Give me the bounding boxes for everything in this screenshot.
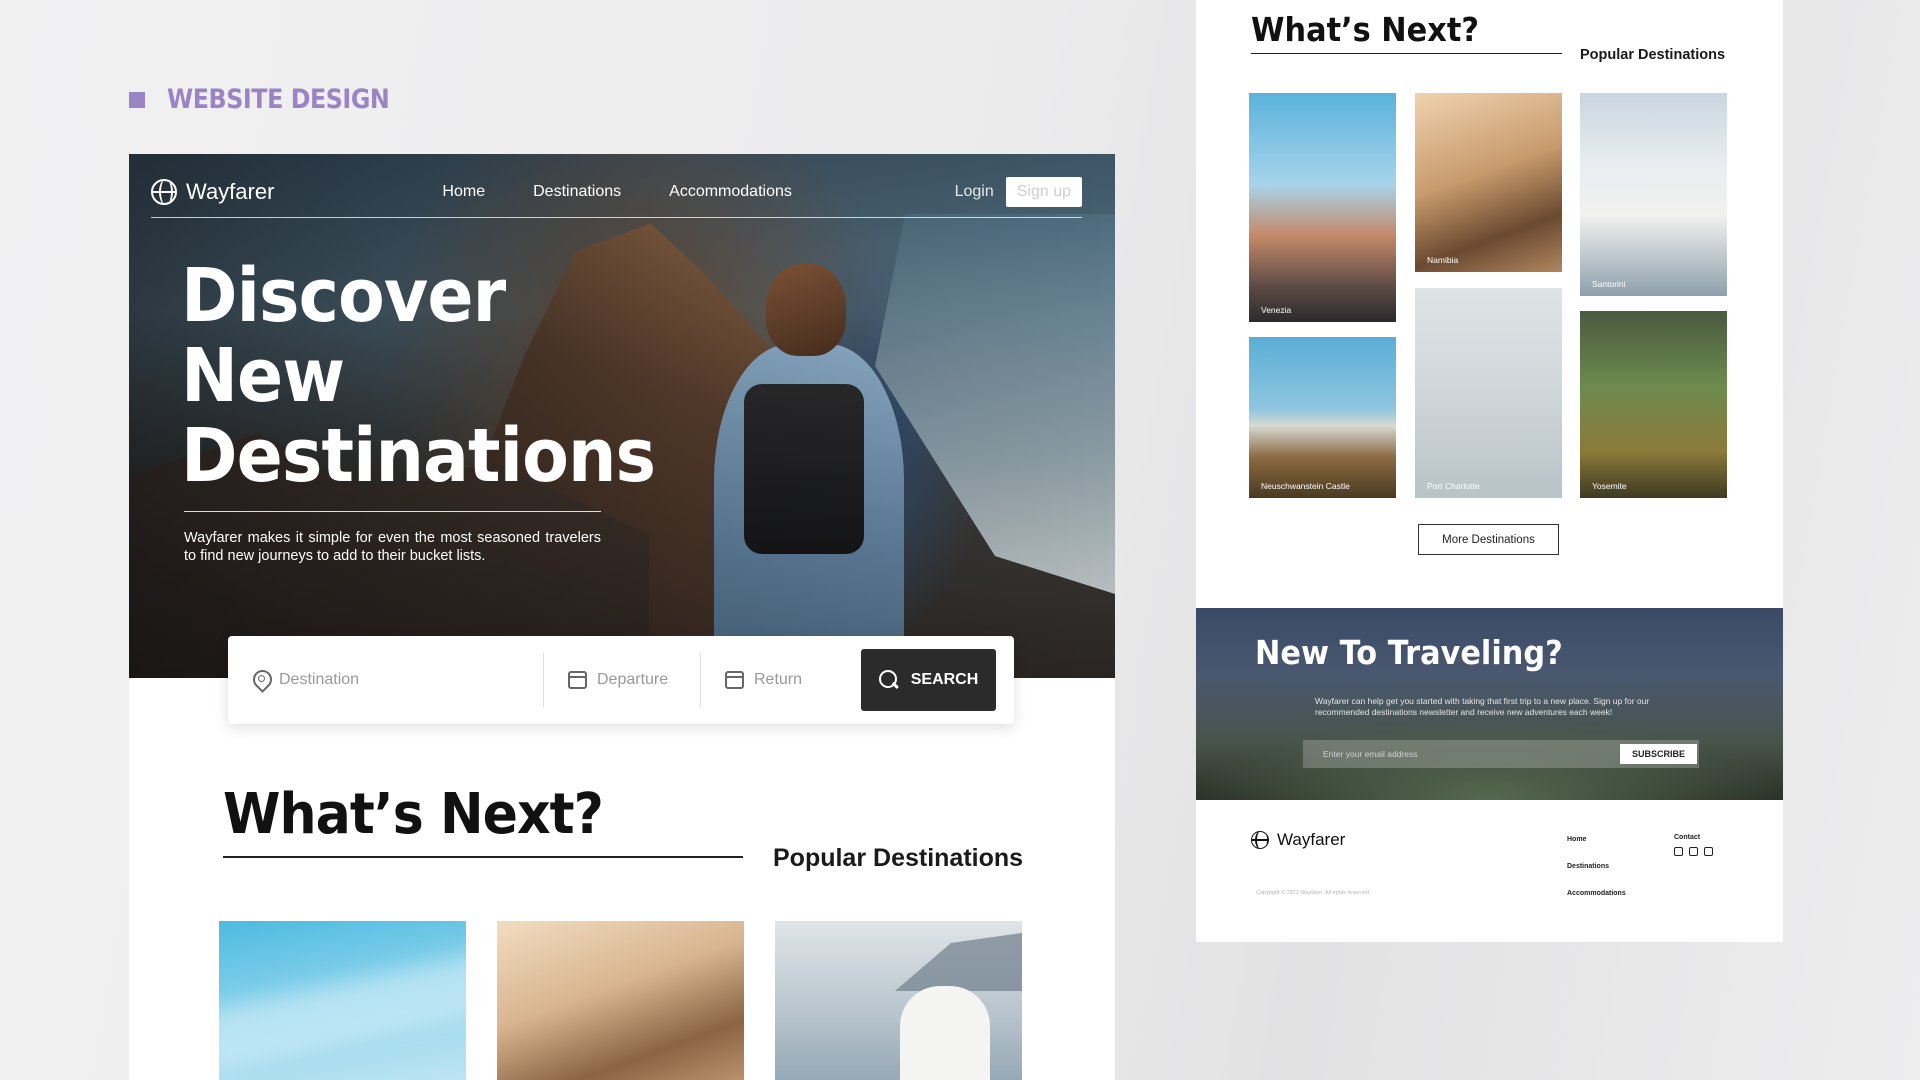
destination-card-venezia[interactable]: Venezia	[1249, 93, 1396, 322]
footer-link-home[interactable]: Home	[1567, 836, 1626, 843]
nav-accommodations[interactable]: Accommodations	[669, 183, 792, 201]
newsletter-form: Enter your email address SUBSCRIBE	[1303, 740, 1699, 768]
destination-placeholder: Destination	[279, 671, 360, 688]
nav-home[interactable]: Home	[442, 183, 485, 201]
whats-next-title: What’s Next?	[223, 782, 604, 847]
destination-card-neuschwanstein[interactable]: Neuschwanstein Castle	[1249, 337, 1396, 498]
footer-links: Home Destinations Accommodations	[1567, 836, 1626, 917]
whats-next-divider	[1251, 53, 1562, 54]
calendar-icon	[725, 671, 744, 689]
return-field[interactable]: Return	[701, 653, 861, 707]
login-link[interactable]: Login	[955, 183, 994, 201]
website-mockup-secondary: What’s Next? Popular Destinations Venezi…	[1196, 0, 1783, 942]
destination-tile-namibia[interactable]	[497, 921, 744, 1080]
destination-field[interactable]: Destination	[228, 653, 544, 707]
whats-next-title: What’s Next?	[1251, 10, 1479, 49]
newsletter-text: Wayfarer can help get you started with t…	[1315, 696, 1650, 717]
section-label-text: WEBSITE DESIGN	[167, 84, 390, 115]
twitter-icon[interactable]	[1689, 847, 1698, 856]
search-button[interactable]: SEARCH	[861, 649, 996, 711]
footer-link-destinations[interactable]: Destinations	[1567, 863, 1626, 870]
destination-caption: Port Charlotte	[1427, 481, 1480, 491]
search-icon	[878, 670, 899, 690]
subscribe-button[interactable]: SUBSCRIBE	[1619, 744, 1697, 764]
brand-logo[interactable]: Wayfarer	[151, 178, 275, 205]
footer-brand[interactable]: Wayfarer	[1251, 830, 1345, 850]
globe-icon	[151, 178, 177, 205]
newsletter-section: New To Traveling? Wayfarer can help get …	[1196, 608, 1783, 800]
footer-link-accommodations[interactable]: Accommodations	[1567, 890, 1626, 897]
contact-label: Contact	[1674, 834, 1701, 841]
facebook-icon[interactable]	[1704, 847, 1713, 856]
nav-destinations[interactable]: Destinations	[533, 183, 621, 201]
location-pin-icon	[252, 670, 269, 690]
popular-destinations-heading: Popular Destinations	[1580, 47, 1726, 63]
brand-name: Wayfarer	[186, 178, 275, 204]
footer-contact: Contact	[1674, 834, 1713, 856]
destination-card-namibia[interactable]: Namibia	[1415, 93, 1562, 272]
globe-icon	[1251, 831, 1269, 849]
newsletter-title: New To Traveling?	[1255, 633, 1563, 672]
top-nav: Wayfarer Home Destinations Accommodation…	[151, 166, 1082, 218]
section-label: WEBSITE DESIGN	[129, 84, 420, 115]
destination-tile-santorini[interactable]	[775, 921, 1022, 1080]
popular-destinations-heading: Popular Destinations	[773, 844, 1024, 872]
destination-card-yosemite[interactable]: Yosemite	[1580, 311, 1727, 498]
hero-divider	[184, 511, 601, 512]
hero-subtitle: Wayfarer makes it simple for even the mo…	[184, 530, 601, 564]
nav-links: Home Destinations Accommodations	[442, 183, 791, 201]
website-mockup-main: Wayfarer Home Destinations Accommodation…	[129, 154, 1115, 1080]
hero-title: Discover New Destinations	[181, 253, 656, 499]
footer: Wayfarer Copyright © 2022 Wayfarer. All …	[1196, 800, 1783, 942]
departure-field[interactable]: Departure	[544, 653, 701, 707]
copyright-text: Copyright © 2022 Wayfarer. All rights re…	[1256, 890, 1371, 896]
destination-caption: Venezia	[1261, 305, 1292, 315]
whats-next-divider	[223, 856, 743, 858]
hero-section: Wayfarer Home Destinations Accommodation…	[129, 154, 1115, 678]
destination-caption: Santorini	[1592, 279, 1626, 289]
destination-card-port-charlotte[interactable]: Port Charlotte	[1415, 288, 1562, 498]
destination-caption: Namibia	[1427, 255, 1459, 265]
destination-caption: Neuschwanstein Castle	[1261, 481, 1350, 491]
departure-placeholder: Departure	[597, 671, 669, 688]
destination-tile-venezia[interactable]	[219, 921, 466, 1080]
search-bar: Destination Departure Return SEARCH	[228, 636, 1014, 724]
label-square-icon	[129, 91, 145, 108]
instagram-icon[interactable]	[1674, 847, 1683, 856]
more-destinations-button[interactable]: More Destinations	[1418, 524, 1559, 555]
return-placeholder: Return	[754, 671, 803, 688]
signup-button[interactable]: Sign up	[1005, 176, 1082, 207]
email-field[interactable]: Enter your email address	[1303, 749, 1620, 759]
calendar-icon	[568, 671, 587, 689]
destination-caption: Yosemite	[1592, 481, 1627, 491]
destination-card-santorini[interactable]: Santorini	[1580, 93, 1727, 296]
